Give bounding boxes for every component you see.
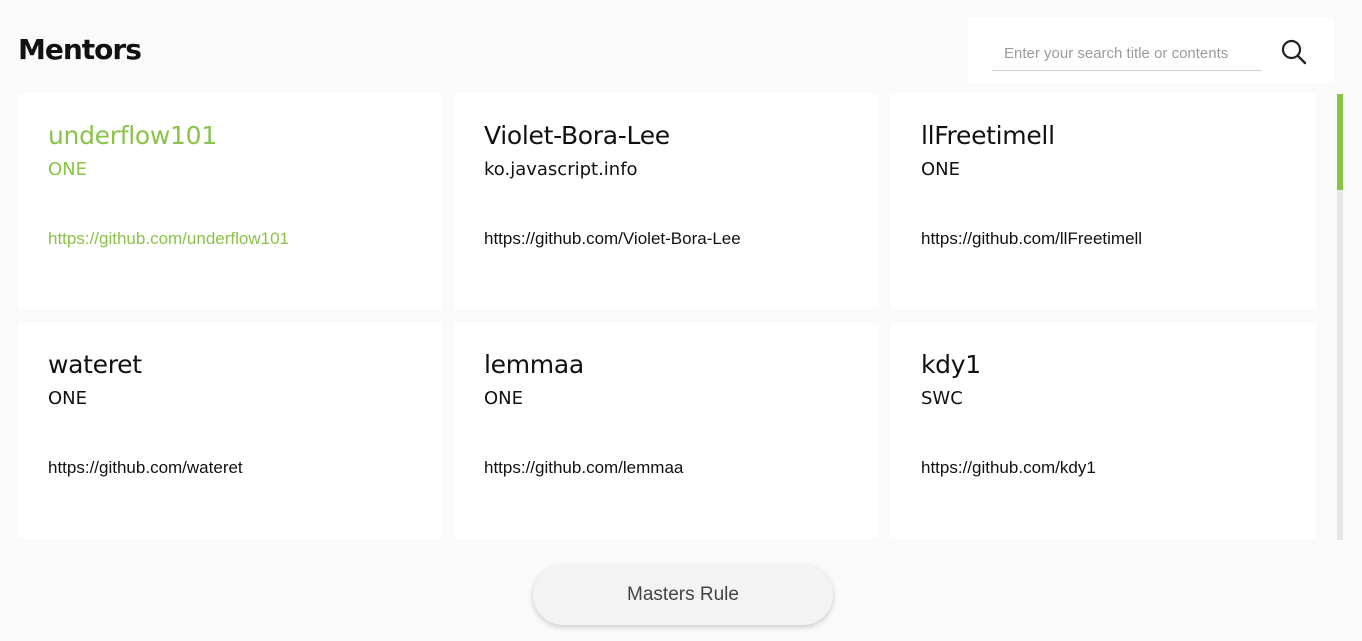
mentor-name: lemmaa (484, 350, 584, 379)
scrollbar-thumb[interactable] (1337, 94, 1343, 190)
mentor-card[interactable]: lemmaa ONE https://github.com/lemmaa (454, 323, 879, 538)
mentor-list: underflow101 ONE https://github.com/unde… (18, 94, 1318, 540)
mentors-page: Mentors underflow101 ONE https://github.… (0, 0, 1362, 641)
search-icon[interactable] (1280, 38, 1308, 66)
mentor-github-link[interactable]: https://github.com/kdy1 (921, 457, 1286, 479)
mentor-card[interactable]: Violet-Bora-Lee ko.javascript.info https… (454, 94, 879, 309)
mentor-github-link[interactable]: https://github.com/lemmaa (484, 457, 849, 479)
mentor-org: ONE (921, 159, 961, 180)
mentor-card[interactable]: wateret ONE https://github.com/wateret (18, 323, 442, 538)
mentor-grid: underflow101 ONE https://github.com/unde… (18, 94, 1318, 538)
mentor-name: llFreetimell (921, 121, 1055, 150)
search-box (968, 18, 1333, 82)
mentor-org: ONE (48, 159, 88, 180)
mentor-card[interactable]: kdy1 SWC https://github.com/kdy1 (891, 323, 1316, 538)
mentor-name: kdy1 (921, 350, 981, 379)
mentor-card[interactable]: llFreetimell ONE https://github.com/llFr… (891, 94, 1316, 309)
mentor-org: SWC (921, 388, 963, 409)
mentor-github-link[interactable]: https://github.com/Violet-Bora-Lee (484, 228, 849, 250)
mentor-github-link[interactable]: https://github.com/llFreetimell (921, 228, 1286, 250)
mentor-name: Violet-Bora-Lee (484, 121, 670, 150)
mentor-org: ko.javascript.info (484, 159, 638, 180)
mentor-github-link[interactable]: https://github.com/wateret (48, 457, 412, 479)
mentor-card[interactable]: underflow101 ONE https://github.com/unde… (18, 94, 442, 309)
mentor-name: wateret (48, 350, 142, 379)
mentor-github-link[interactable]: https://github.com/underflow101 (48, 228, 412, 250)
mentor-org: ONE (484, 388, 524, 409)
masters-rule-button[interactable]: Masters Rule (533, 565, 833, 625)
mentor-org: ONE (48, 388, 88, 409)
mentor-name: underflow101 (48, 121, 217, 150)
page-title: Mentors (18, 33, 142, 66)
list-scrollbar[interactable] (1337, 94, 1343, 540)
search-input[interactable] (992, 36, 1262, 71)
